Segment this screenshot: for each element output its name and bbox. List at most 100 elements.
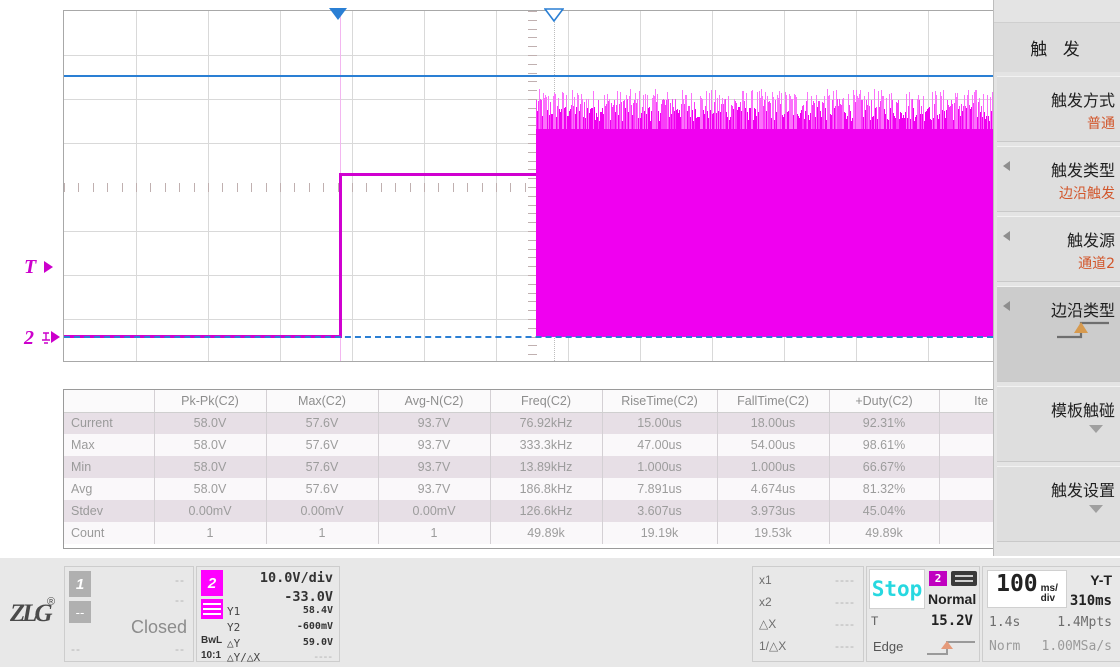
channel2-scale: 10.0V/div bbox=[260, 570, 333, 586]
table-header-max: Max(C2) bbox=[266, 390, 378, 412]
table-cell: 19.53k bbox=[717, 522, 829, 544]
table-cell: 57.6V bbox=[266, 456, 378, 478]
sidebar-title: 触 发 bbox=[994, 22, 1120, 72]
cursor-y2-line[interactable] bbox=[64, 336, 993, 338]
table-header-pkpk: Pk-Pk(C2) bbox=[154, 390, 266, 412]
channel1-offset: -- bbox=[175, 593, 185, 607]
table-cell: 57.6V bbox=[266, 412, 378, 434]
table-row-label: Count bbox=[64, 522, 154, 544]
scope-display-area[interactable]: T 2 Pk-Pk(C2) Max(C2) Avg-N(C2) Freq(C2) bbox=[0, 0, 993, 556]
sidebar-item-0[interactable]: 触发方式普通 bbox=[997, 76, 1120, 142]
submenu-arrow-icon bbox=[1003, 301, 1010, 311]
table-cell: 58.0V bbox=[154, 456, 266, 478]
table-cell: 3.607us bbox=[602, 500, 717, 522]
channel1-scale: -- bbox=[175, 573, 185, 587]
channel1-state: Closed bbox=[131, 617, 187, 638]
channel2-y2-label: Y2 bbox=[227, 621, 240, 634]
table-row: Max58.0V57.6V93.7V333.3kHz47.00us54.00us… bbox=[64, 434, 993, 456]
channel2-delta-y-value: 59.0V bbox=[303, 637, 333, 648]
trigger-marker-hollow-icon[interactable] bbox=[544, 8, 564, 22]
channel2-slope-value: ---- bbox=[314, 651, 333, 663]
table-cell: 3.973us bbox=[717, 500, 829, 522]
table-header-blank bbox=[64, 390, 154, 412]
channel2-y1-label: Y1 bbox=[227, 605, 240, 618]
table-cell: 57.6V bbox=[266, 478, 378, 500]
table-header-row: Pk-Pk(C2) Max(C2) Avg-N(C2) Freq(C2) Ris… bbox=[64, 390, 993, 412]
table-cell: 13.89kHz bbox=[490, 456, 602, 478]
table-cell: 93.7V bbox=[378, 456, 490, 478]
trigger-source-badge[interactable]: 2 bbox=[929, 571, 947, 586]
table-cell: 58.0V bbox=[154, 478, 266, 500]
table-row-label: Current bbox=[64, 412, 154, 434]
cursor-readout-panel[interactable]: x1 ---- x2 ---- △X ---- 1/△X ---- bbox=[752, 566, 864, 662]
trigger-mode-icon[interactable] bbox=[951, 571, 977, 586]
channel2-bandwidth-limit[interactable]: BwL bbox=[201, 635, 222, 646]
trigger-level-arrow-icon[interactable] bbox=[44, 261, 53, 273]
submenu-arrow-icon bbox=[1003, 231, 1010, 241]
acquisition-panel[interactable]: Stop 2 Normal T 15.2V Edge bbox=[866, 566, 980, 662]
table-cell: 1 bbox=[378, 522, 490, 544]
chevron-down-icon[interactable] bbox=[1089, 505, 1103, 513]
table-cell: 0.00mV bbox=[378, 500, 490, 522]
submenu-arrow-icon bbox=[1003, 161, 1010, 171]
table-header-falltime: FallTime(C2) bbox=[717, 390, 829, 412]
run-stop-status[interactable]: Stop bbox=[869, 569, 925, 609]
table-cell: 81.32% bbox=[829, 478, 939, 500]
channel2-y2-value: -600mV bbox=[297, 621, 333, 632]
cursor-x1-label: x1 bbox=[759, 573, 772, 587]
channel1-coupling-badge[interactable]: -- bbox=[69, 601, 91, 623]
table-row: Min58.0V57.6V93.7V13.89kHz1.000us1.000us… bbox=[64, 456, 993, 478]
table-cell: 57.6V bbox=[266, 434, 378, 456]
waveform-plot[interactable] bbox=[63, 10, 993, 362]
sidebar-item-3[interactable]: 边沿类型 bbox=[997, 286, 1120, 382]
channel1-panel[interactable]: 1 -- -- -- Closed -- -- bbox=[64, 566, 194, 662]
trigger-menu-sidebar[interactable]: 触 发 触发方式普通触发类型边沿触发触发源通道2边沿类型模板触碰触发设置 bbox=[993, 0, 1120, 556]
cursor-x1-value: ---- bbox=[835, 573, 855, 587]
cursor-delta-x-label: △X bbox=[759, 617, 776, 631]
waveform-burst-noise bbox=[536, 89, 993, 129]
trigger-level-readout-value: 15.2V bbox=[931, 613, 973, 629]
table-cell: 47.00us bbox=[602, 434, 717, 456]
table-header-avgn: Avg-N(C2) bbox=[378, 390, 490, 412]
table-cell: 54.00us bbox=[717, 434, 829, 456]
table-cell: 1 bbox=[154, 522, 266, 544]
sidebar-item-2[interactable]: 触发源通道2 bbox=[997, 216, 1120, 282]
grid-line-vertical bbox=[136, 11, 137, 361]
timebase-panel[interactable]: 100 ms/ div Y-T 310ms 1.4s 1.4Mpts Norm … bbox=[982, 566, 1120, 662]
sidebar-item-4[interactable]: 模板触碰 bbox=[997, 386, 1120, 462]
chevron-down-icon[interactable] bbox=[1089, 425, 1103, 433]
cursor-x2-label: x2 bbox=[759, 595, 772, 609]
cursor-y1-line[interactable] bbox=[64, 75, 993, 77]
table-row: Stdev0.00mV0.00mV0.00mV126.6kHz3.607us3.… bbox=[64, 500, 993, 522]
channel2-position-arrow-icon[interactable] bbox=[51, 331, 60, 343]
trigger-marker-solid-icon[interactable] bbox=[329, 8, 347, 20]
status-bar[interactable]: ZLG ® 1 -- -- -- Closed -- -- 2 10.0V/di… bbox=[0, 556, 1120, 667]
table-cell: 186.8kHz bbox=[490, 478, 602, 500]
sidebar-item-label: 模板触碰 bbox=[1051, 397, 1115, 421]
cursor-delta-x-value: ---- bbox=[835, 617, 855, 631]
waveform-rising-edge bbox=[339, 173, 342, 338]
channel2-probe-ratio[interactable]: 10:1 bbox=[201, 650, 221, 661]
table-cell: 49.89k bbox=[829, 522, 939, 544]
table-cell: 7.891us bbox=[602, 478, 717, 500]
measurement-table-panel[interactable]: Pk-Pk(C2) Max(C2) Avg-N(C2) Freq(C2) Ris… bbox=[63, 389, 993, 549]
memory-depth: 1.4Mpts bbox=[1057, 615, 1112, 630]
sidebar-item-label: 触发类型 bbox=[1051, 157, 1115, 181]
sweep-mode-label: Normal bbox=[928, 591, 976, 607]
rising-edge-icon[interactable] bbox=[1053, 317, 1113, 343]
channel1-badge[interactable]: 1 bbox=[69, 571, 91, 597]
display-mode[interactable]: Y-T bbox=[1090, 572, 1112, 588]
table-row-label: Min bbox=[64, 456, 154, 478]
table-cell: 333.3kHz bbox=[490, 434, 602, 456]
sidebar-item-5[interactable]: 触发设置 bbox=[997, 466, 1120, 542]
channel2-y1-value: 58.4V bbox=[303, 605, 333, 616]
channel2-badge[interactable]: 2 bbox=[201, 570, 223, 596]
timebase-value-box[interactable]: 100 ms/ div bbox=[987, 570, 1067, 608]
channel2-cursor-swatch-icon[interactable] bbox=[201, 599, 223, 619]
sidebar-item-1[interactable]: 触发类型边沿触发 bbox=[997, 146, 1120, 212]
table-row-label: Stdev bbox=[64, 500, 154, 522]
table-cell: 93.7V bbox=[378, 412, 490, 434]
acquisition-mode: Norm bbox=[989, 639, 1020, 654]
channel2-panel[interactable]: 2 10.0V/div -33.0V Y1 58.4V Y2 -600mV △Y… bbox=[196, 566, 340, 662]
table-cell: 19.19k bbox=[602, 522, 717, 544]
